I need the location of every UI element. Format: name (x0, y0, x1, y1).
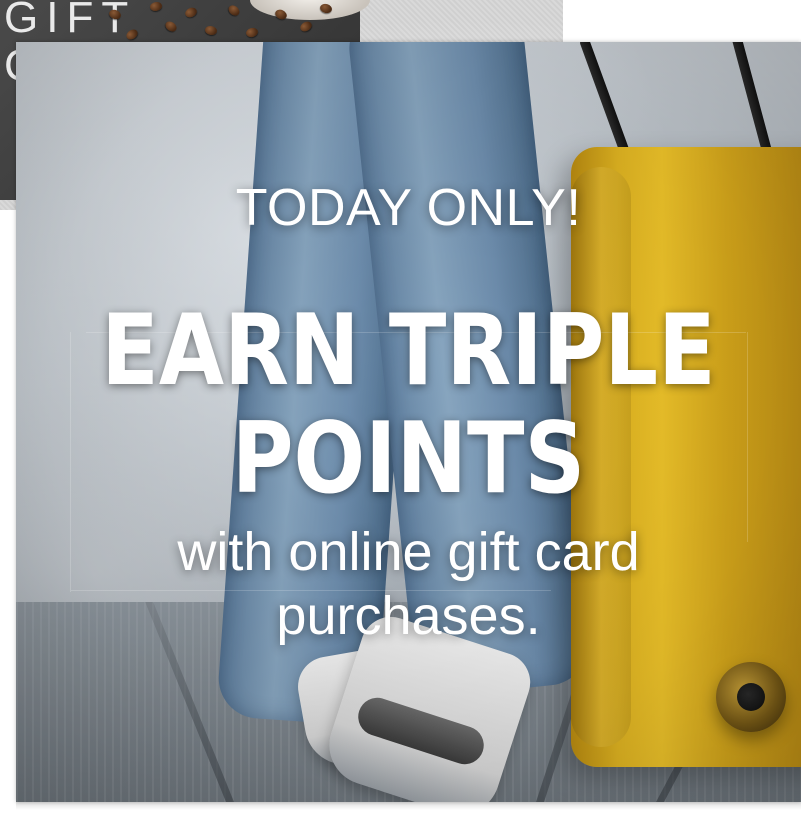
promo-subline-line-1: with online gift card (177, 522, 640, 582)
promo-subline-line-2: purchases. (276, 586, 541, 646)
promo-headline-line-1: EARN TRIPLE (101, 294, 716, 408)
card-bottom-shadow (16, 802, 801, 810)
promo-banner[interactable]: TODAY ONLY! EARN TRIPLE POINTS with onli… (16, 42, 801, 802)
promo-headline-line-2: POINTS (231, 402, 586, 516)
promo-screenshot: GIFT C (0, 0, 801, 820)
promo-copy: TODAY ONLY! EARN TRIPLE POINTS with onli… (16, 42, 801, 802)
promo-subline: with online gift card purchases. (16, 520, 801, 648)
promo-headline: EARN TRIPLE POINTS (71, 297, 746, 513)
background-gift-card-title: GIFT (4, 0, 137, 42)
promo-kicker: TODAY ONLY! (235, 179, 582, 237)
